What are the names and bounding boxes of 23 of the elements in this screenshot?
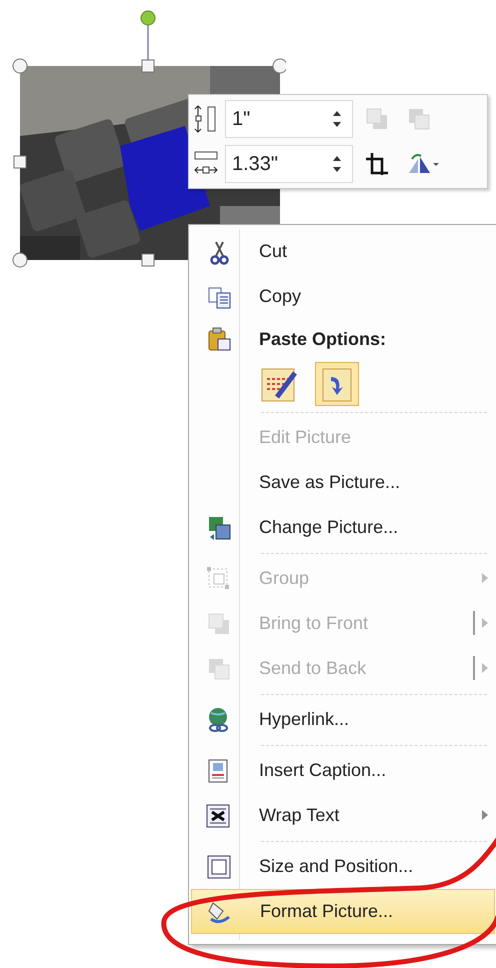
section-heading: Paste Options:	[259, 328, 386, 350]
change-picture-icon	[206, 514, 232, 540]
menu-item[interactable]: Size and Position...	[191, 844, 495, 889]
wrap-text-icon	[206, 802, 232, 828]
menu-item[interactable]: Insert Caption...	[191, 748, 495, 793]
bring-to-front-icon	[206, 610, 232, 636]
menu-item[interactable]: Format Picture...	[191, 889, 495, 934]
menu-item[interactable]: Cut	[191, 229, 495, 274]
menu-item[interactable]: Copy	[191, 274, 495, 319]
spin-field[interactable]: 1"	[225, 100, 353, 138]
size-position-icon	[206, 854, 232, 880]
send-backward-icon	[406, 106, 432, 132]
paste-picture-button[interactable]	[315, 362, 359, 406]
bring-forward-icon	[364, 106, 390, 132]
menu-item[interactable]: Hyperlink...	[191, 697, 495, 742]
selection-handles[interactable]	[10, 8, 286, 270]
spin-field[interactable]: 1.33"	[225, 145, 353, 183]
clipboard-icon	[206, 326, 232, 352]
crop-icon	[364, 151, 390, 177]
menu-item[interactable]: Save as Picture...	[191, 460, 495, 505]
group-icon	[206, 566, 232, 592]
menu-item[interactable]: Change Picture...	[191, 505, 495, 550]
menu-item[interactable]: Wrap Text	[191, 793, 495, 838]
